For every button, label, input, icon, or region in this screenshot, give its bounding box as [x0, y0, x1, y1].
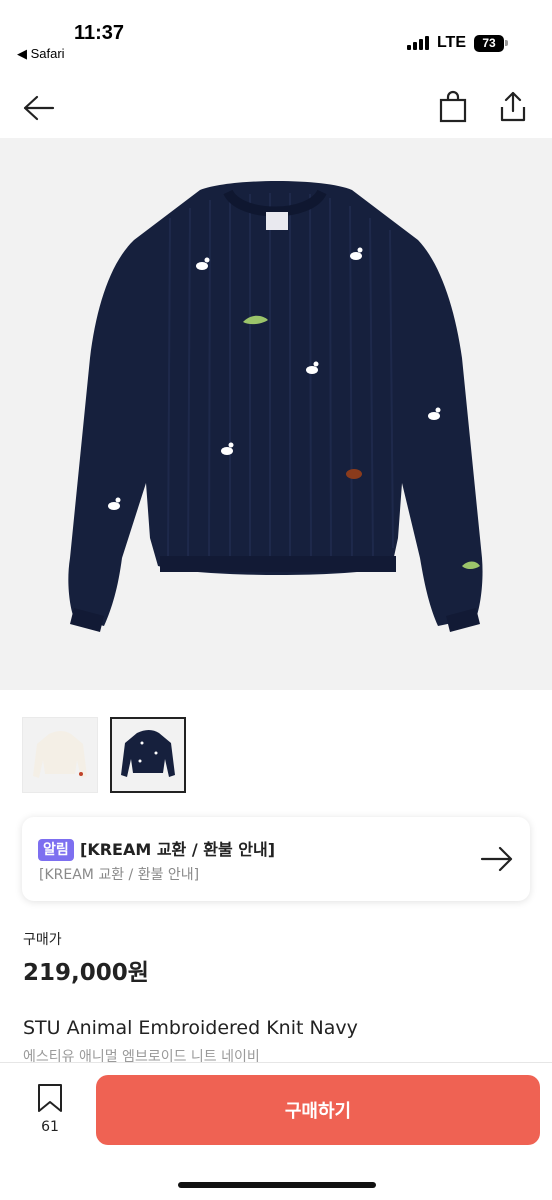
- thumbnail-strip: [22, 717, 186, 793]
- share-icon[interactable]: [496, 90, 530, 124]
- buy-button[interactable]: 구매하기: [96, 1075, 540, 1145]
- product-hero-image[interactable]: [0, 138, 552, 690]
- arrow-left-icon[interactable]: [20, 92, 56, 124]
- refund-notice-card[interactable]: 알림 [KREAM 교환 / 환불 안내] [KREAM 교환 / 환불 안내]: [22, 817, 530, 901]
- network-label: LTE: [436, 34, 466, 51]
- wishlist-button[interactable]: 61: [30, 1083, 70, 1143]
- arrow-right-icon[interactable]: [480, 845, 514, 873]
- status-bar: 11:37 ◀ Safari LTE 73: [0, 0, 552, 72]
- product-price: 219,000원: [23, 960, 149, 986]
- signal-icon: [406, 36, 429, 50]
- product-name-en: STU Animal Embroidered Knit Navy: [23, 1017, 358, 1039]
- status-indicators: LTE 73: [406, 34, 508, 52]
- back-to-safari-link[interactable]: ◀ Safari: [17, 46, 65, 62]
- battery-level: 73: [474, 34, 504, 52]
- battery-icon: 73: [474, 34, 508, 52]
- price-label: 구매가: [23, 932, 62, 948]
- top-nav: [0, 80, 552, 136]
- sweater-illustration: [68, 181, 483, 632]
- home-indicator[interactable]: [178, 1182, 376, 1188]
- status-time: 11:37: [74, 22, 125, 44]
- notice-tag: 알림: [38, 839, 74, 861]
- bookmark-icon: [38, 1084, 62, 1112]
- notice-subtitle: [KREAM 교환 / 환불 안내]: [39, 867, 200, 883]
- bottom-action-bar: 61 구매하기: [0, 1062, 552, 1200]
- thumbnail-cream[interactable]: [22, 717, 98, 793]
- wishlist-count: 61: [41, 1119, 59, 1135]
- shopping-bag-icon[interactable]: [437, 90, 469, 124]
- thumbnail-navy[interactable]: [110, 717, 186, 793]
- notice-title: [KREAM 교환 / 환불 안내]: [80, 840, 276, 859]
